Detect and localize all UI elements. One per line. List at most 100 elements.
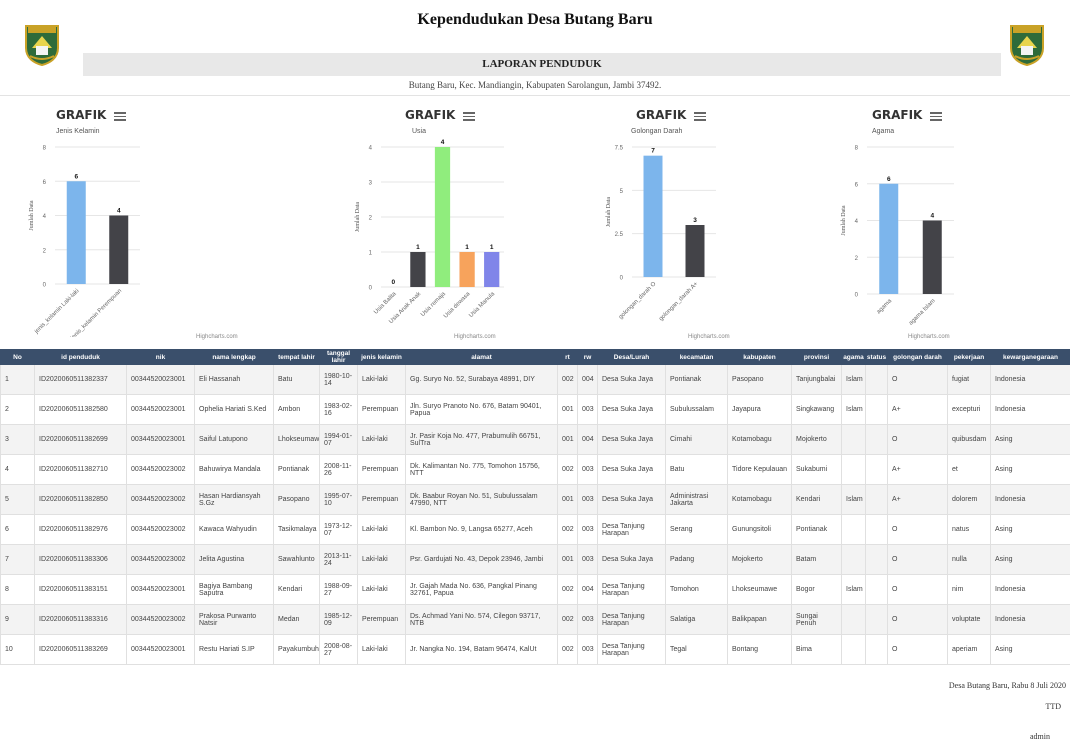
table-cell: 2013-11-24 (319, 544, 358, 575)
table-body: 1 ID2020060511382337 00344520023001 Eli Has… (0, 364, 1070, 665)
table-cell: 3 (0, 424, 35, 455)
table-cell: O (887, 574, 948, 605)
column-header: nik (126, 349, 195, 365)
data-label: 1 (416, 244, 420, 251)
report-title: LAPORAN PENDUDUK (83, 53, 1001, 76)
bar (434, 147, 451, 287)
data-label: 7 (651, 148, 655, 155)
table-cell: Islam (841, 364, 866, 395)
chart-credit[interactable]: Highcharts.com (454, 334, 496, 340)
table-cell: 1983-02-16 (319, 394, 358, 425)
table-cell: 00344520023001 (126, 394, 195, 425)
table-cell: Sungai Penuh (791, 604, 842, 635)
table-cell: Bima (791, 634, 842, 665)
chart-plot: 01234Jumlah Data0Usia Balita1Usia Anak A… (355, 139, 504, 325)
bar (922, 220, 942, 294)
chart-credit[interactable]: Highcharts.com (908, 334, 950, 340)
table-cell: Desa Suka Jaya (597, 454, 666, 485)
table-cell: 00344520023001 (126, 364, 195, 395)
table-cell: Hasan Hardiansyah S.Gz (194, 484, 274, 515)
table-cell: Tomohon (665, 574, 728, 605)
table-cell: dolorem (947, 484, 991, 515)
table-cell: Restu Hariati S.IP (194, 634, 274, 665)
table-cell: Sukabumi (791, 454, 842, 485)
table-cell (841, 634, 866, 665)
table-cell (865, 634, 888, 665)
chart-credit[interactable]: Highcharts.com (196, 334, 238, 340)
table-cell: 00344520023002 (126, 604, 195, 635)
table-cell: Serang (665, 514, 728, 545)
table-cell: Batu (665, 454, 728, 485)
table-cell (865, 394, 888, 425)
table-cell: Tanjungbalai (791, 364, 842, 395)
table-cell: Lhokseumawe (273, 424, 320, 455)
table-cell: Jr. Gajah Mada No. 636, Pangkal Pinang 3… (405, 574, 558, 605)
y-tick-label: 7.5 (615, 146, 624, 152)
table-cell: Dk. Baabur Royan No. 51, Subulussalam 47… (405, 484, 558, 515)
table-cell: O (887, 634, 948, 665)
table-cell: 002 (557, 574, 578, 605)
table-cell: Asing (990, 424, 1070, 455)
table-cell: 00344520023001 (126, 424, 195, 455)
column-header: nama lengkap (194, 349, 274, 365)
table-cell (865, 484, 888, 515)
bar (685, 225, 705, 277)
y-tick-label: 4 (369, 146, 373, 152)
y-tick-label: 0 (43, 283, 47, 289)
table-cell: Mojokerto (727, 544, 792, 575)
column-header: jenis kelamin (357, 349, 406, 365)
table-cell: Jelita Agustina (194, 544, 274, 575)
table-cell: 1995-07-10 (319, 484, 358, 515)
table-cell: nim (947, 574, 991, 605)
column-header: agama (841, 349, 866, 365)
data-label: 3 (693, 217, 697, 224)
charts-row: GRAFIK Jenis Kelamin 0 2 4 6 8 Jumlah Data 6 je… (0, 97, 1070, 347)
table-cell: Ds. Achmad Yani No. 574, Cilegon 93717, … (405, 604, 558, 635)
y-tick-label: 6 (855, 182, 859, 188)
table-cell: Islam (841, 394, 866, 425)
table-cell: 2 (0, 394, 35, 425)
table-cell: Indonesia (990, 364, 1070, 395)
table-cell: Salatiga (665, 604, 728, 635)
category-label: Usia Balita (373, 291, 398, 316)
data-label: 4 (930, 213, 934, 220)
table-cell: ID2020060511383269 (34, 634, 127, 665)
column-header: tempat lahir (273, 349, 320, 365)
table-cell: 1 (0, 364, 35, 395)
chart-plot: 0 2 4 6 8 Jumlah Data 6 jenis_kelamin Laki-laki… (29, 146, 140, 337)
table-cell: Bontang (727, 634, 792, 665)
table-cell: fugiat (947, 364, 991, 395)
table-cell: Kl. Bambon No. 9, Langsa 65277, Aceh (405, 514, 558, 545)
table-row: 9 ID2020060511383316 00344520023002 Prakosa… (0, 604, 1070, 635)
column-header: id penduduk (34, 349, 127, 365)
table-cell: Desa Suka Jaya (597, 544, 666, 575)
table-cell: Laki-laki (357, 574, 406, 605)
table-cell: Jr. Nangka No. 194, Batam 96474, KalUt (405, 634, 558, 665)
table-cell: Pontianak (273, 454, 320, 485)
table-cell: Cimahi (665, 424, 728, 455)
table-row: 6 ID2020060511382976 00344520023002 Kawaca … (0, 514, 1070, 545)
table-cell: Pontianak (791, 514, 842, 545)
table-row: 7 ID2020060511383306 00344520023002 Jelita … (0, 544, 1070, 575)
y-tick-label: 6 (43, 180, 47, 186)
column-header: provinsi (791, 349, 842, 365)
table-cell: Asing (990, 454, 1070, 485)
table-cell: Desa Tanjung Harapan (597, 634, 666, 665)
village-address: Butang Baru, Kec. Mandiangin, Kabupaten … (408, 80, 662, 90)
y-tick-label: 3 (369, 181, 373, 187)
table-cell: 001 (557, 484, 578, 515)
y-axis-label: Jumlah Data (355, 202, 361, 232)
y-tick-label: 8 (855, 146, 859, 152)
y-axis-label: Jumlah Data (606, 197, 612, 227)
table-cell: 4 (0, 454, 35, 485)
category-label: golongan_darah A+ (658, 281, 700, 323)
chart-usia: GRAFIK Usia 0 1 2 3 4 Jumlah Data 0 Usia Balita… (268, 97, 536, 347)
table-cell: 003 (577, 544, 598, 575)
table-cell: 001 (557, 394, 578, 425)
chart-credit[interactable]: Highcharts.com (688, 334, 730, 340)
column-header: golongan darah (887, 349, 948, 365)
table-cell: 002 (557, 514, 578, 545)
data-label: 1 (490, 244, 494, 251)
table-cell: Ambon (273, 394, 320, 425)
table-row: 8 ID2020060511383151 00344520023001 Bagiya … (0, 574, 1070, 605)
